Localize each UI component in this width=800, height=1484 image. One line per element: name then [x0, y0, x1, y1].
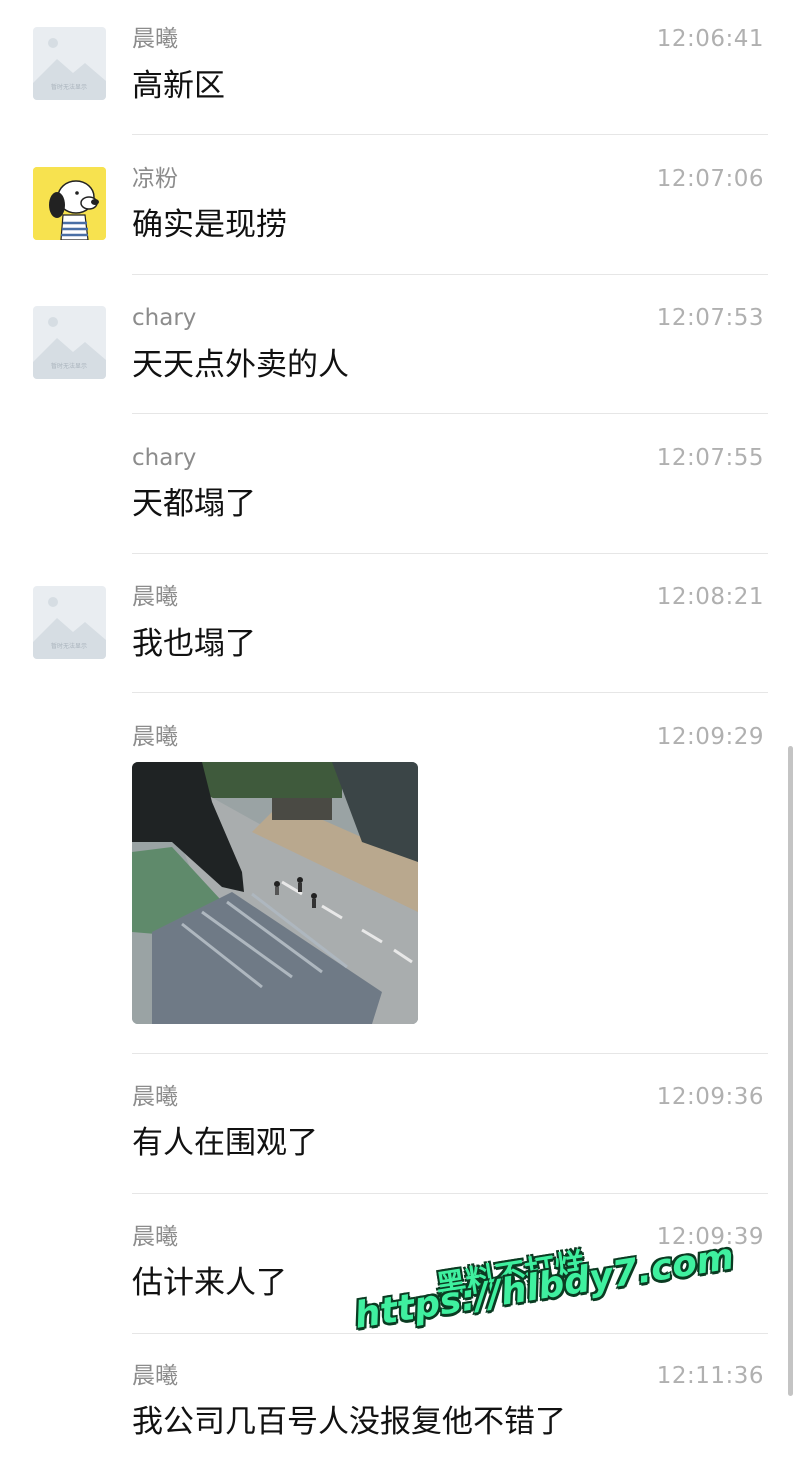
message-text: 有人在围观了 — [132, 1125, 318, 1161]
avatar-placeholder-icon[interactable]: 暂时无法显示 — [33, 27, 106, 100]
svg-text:暂时无法显示: 暂时无法显示 — [51, 642, 87, 650]
divider — [132, 553, 768, 554]
message-text: 确实是现捞 — [132, 207, 287, 243]
message-time: 12:08:21 — [656, 584, 764, 610]
divider — [132, 1193, 768, 1194]
sender-name: 晨曦 — [132, 1363, 178, 1389]
message-text: 天天点外卖的人 — [132, 347, 349, 383]
sender-name: 晨曦 — [132, 584, 178, 610]
sender-name: chary — [132, 305, 197, 331]
message-time: 12:07:53 — [656, 305, 764, 331]
divider — [132, 1333, 768, 1334]
divider — [132, 692, 768, 693]
svg-text:暂时无法显示: 暂时无法显示 — [51, 83, 87, 91]
message-time: 12:09:36 — [656, 1084, 764, 1110]
avatar-placeholder-icon[interactable]: 暂时无法显示 — [33, 586, 106, 659]
message-text: 天都塌了 — [132, 486, 256, 522]
scrollbar[interactable] — [788, 746, 793, 1396]
divider — [132, 1053, 768, 1054]
message-time: 12:07:06 — [656, 166, 764, 192]
sender-name: 凉粉 — [132, 166, 178, 192]
avatar-placeholder-icon[interactable]: 暂时无法显示 — [33, 306, 106, 379]
svg-text:暂时无法显示: 暂时无法显示 — [51, 362, 87, 370]
divider — [132, 134, 768, 135]
message-time: 12:11:36 — [656, 1363, 764, 1389]
sender-name: 晨曦 — [132, 724, 178, 750]
divider — [132, 274, 768, 275]
message-text: 我公司几百号人没报复他不错了 — [132, 1404, 566, 1440]
message-time: 12:07:55 — [656, 445, 764, 471]
sender-name: chary — [132, 445, 197, 471]
snoopy-avatar-icon[interactable] — [33, 167, 106, 240]
message-text: 我也塌了 — [132, 626, 256, 662]
message-time: 12:09:29 — [656, 724, 764, 750]
street-view-photo[interactable] — [132, 762, 418, 1024]
sender-name: 晨曦 — [132, 26, 178, 52]
message-text: 高新区 — [132, 68, 225, 104]
message-text: 估计来人了 — [132, 1265, 287, 1301]
message-time: 12:06:41 — [656, 26, 764, 52]
sender-name: 晨曦 — [132, 1224, 178, 1250]
sender-name: 晨曦 — [132, 1084, 178, 1110]
divider — [132, 413, 768, 414]
